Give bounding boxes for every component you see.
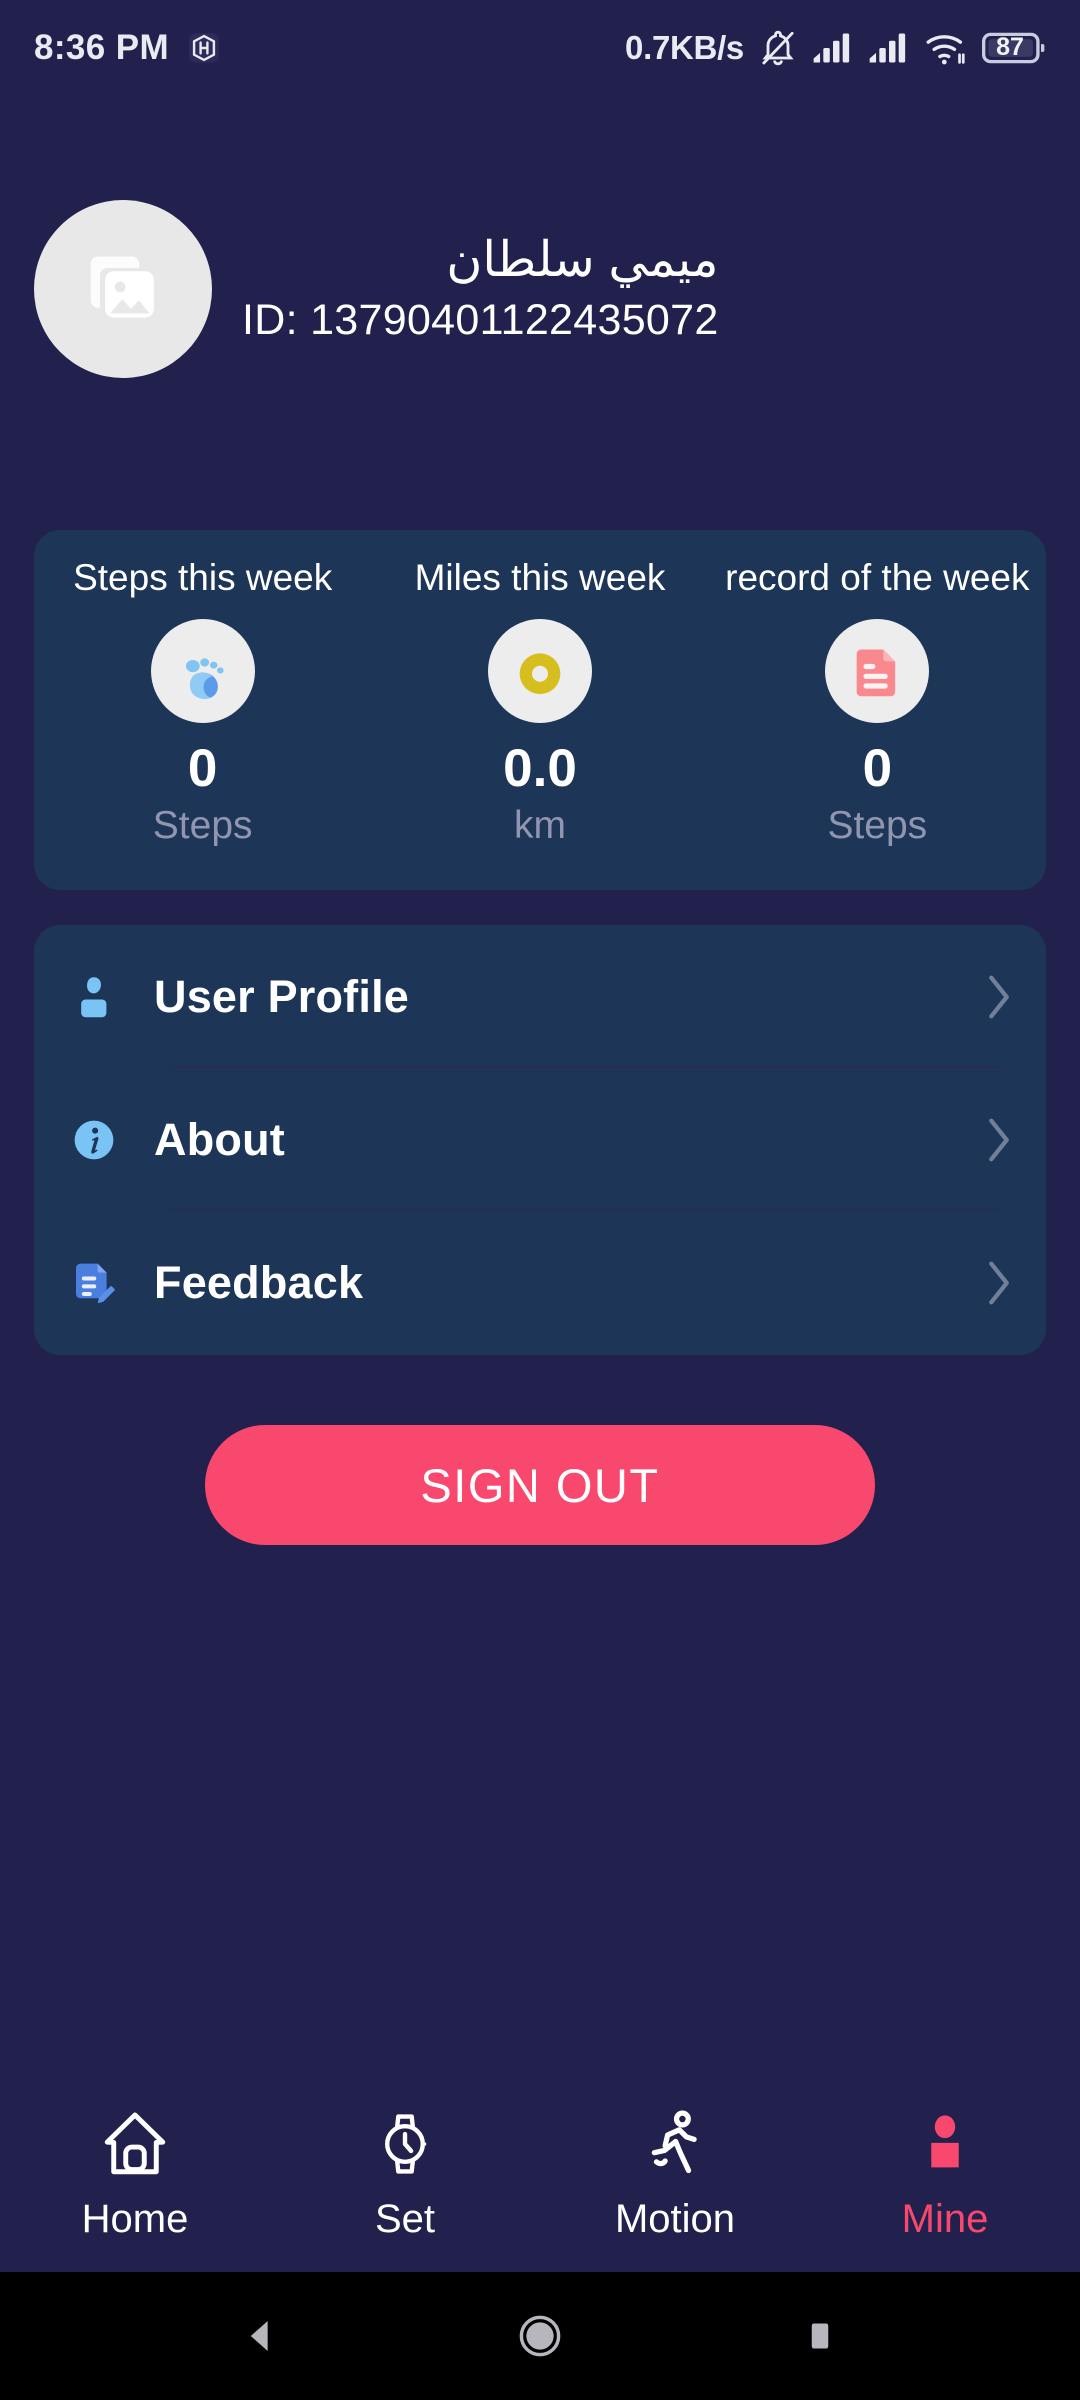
person-icon <box>910 2105 980 2183</box>
stat-record-of-the-week[interactable]: record of the week 0 Steps <box>709 530 1046 890</box>
person-icon <box>64 967 124 1027</box>
app-screen: 8:36 PM 0.7KB/s 87 ميمي سلطان ID: 137904… <box>0 0 1080 2400</box>
tab-mine[interactable]: Mine <box>810 2072 1080 2272</box>
menu-item-label: User Profile <box>154 970 409 1022</box>
menu-item-about[interactable]: About <box>64 1068 1016 1211</box>
signal-bars-icon <box>868 30 910 66</box>
stat-miles-this-week[interactable]: Miles this week 0.0 km <box>371 530 708 890</box>
stat-unit: Steps <box>827 804 928 848</box>
feedback-edit-icon <box>64 1253 124 1313</box>
user-id: ID: 13790401122435072 <box>242 296 719 345</box>
user-name: ميمي سلطان <box>446 233 719 288</box>
stat-value: 0 <box>187 738 218 798</box>
menu-item-feedback[interactable]: Feedback <box>64 1211 1016 1354</box>
stat-steps-this-week[interactable]: Steps this week 0 Steps <box>34 530 371 890</box>
status-bar-right: 0.7KB/s 87 <box>625 0 1046 95</box>
battery-percent-label: 87 <box>996 33 1024 61</box>
profile-header[interactable]: ميمي سلطان ID: 13790401122435072 <box>34 200 719 378</box>
stat-unit: km <box>513 804 566 848</box>
stat-value: 0 <box>862 738 893 798</box>
footprint-icon <box>150 618 255 723</box>
stat-title: Miles this week <box>414 557 666 598</box>
status-bar: 8:36 PM 0.7KB/s 87 <box>0 0 1080 95</box>
avatar[interactable] <box>34 200 212 378</box>
home-icon <box>98 2105 172 2183</box>
tab-label: Home <box>81 2197 189 2241</box>
sign-out-button[interactable]: SIGN OUT <box>205 1425 875 1545</box>
hexagon-h-icon <box>187 31 221 65</box>
tab-set[interactable]: Set <box>270 2072 540 2272</box>
runner-icon <box>638 2105 712 2183</box>
status-bar-left: 8:36 PM <box>34 28 221 68</box>
signal-bars-icon <box>812 30 854 66</box>
stat-title: record of the week <box>725 557 1030 598</box>
stat-title: Steps this week <box>73 557 333 598</box>
menu-item-label: About <box>154 1113 285 1165</box>
tab-label: Motion <box>614 2197 736 2241</box>
status-bar-clock: 8:36 PM <box>34 27 170 67</box>
tab-home[interactable]: Home <box>0 2072 270 2272</box>
bell-muted-icon <box>758 28 798 68</box>
network-speed-label: 0.7KB/s <box>625 28 744 66</box>
weekly-stats-card: Steps this week 0 Steps Miles this week <box>34 530 1046 890</box>
watch-icon <box>370 2105 440 2183</box>
ring-icon <box>487 618 592 723</box>
battery-icon: 87 <box>982 31 1046 65</box>
chevron-right-icon <box>982 1113 1016 1167</box>
info-circle-icon <box>64 1110 124 1170</box>
menu-card: User Profile About Feedback <box>34 925 1046 1355</box>
tab-label: Mine <box>901 2197 989 2241</box>
android-navigation-bar <box>0 2272 1080 2400</box>
stat-unit: Steps <box>152 804 253 848</box>
home-circle-icon[interactable] <box>495 2291 585 2381</box>
recents-square-icon[interactable] <box>775 2291 865 2381</box>
chevron-right-icon <box>982 1256 1016 1310</box>
bottom-tab-bar: Home Set Motion Mine <box>0 2072 1080 2272</box>
wifi-icon <box>924 29 968 67</box>
image-placeholder-icon <box>80 244 166 335</box>
back-triangle-icon[interactable] <box>215 2291 305 2381</box>
stat-value: 0.0 <box>503 738 577 798</box>
menu-item-label: Feedback <box>154 1256 364 1308</box>
tab-label: Set <box>374 2197 436 2241</box>
menu-item-user-profile[interactable]: User Profile <box>64 925 1016 1068</box>
document-icon <box>825 618 930 723</box>
tab-motion[interactable]: Motion <box>540 2072 810 2272</box>
chevron-right-icon <box>982 970 1016 1024</box>
profile-info: ميمي سلطان ID: 13790401122435072 <box>242 232 719 346</box>
